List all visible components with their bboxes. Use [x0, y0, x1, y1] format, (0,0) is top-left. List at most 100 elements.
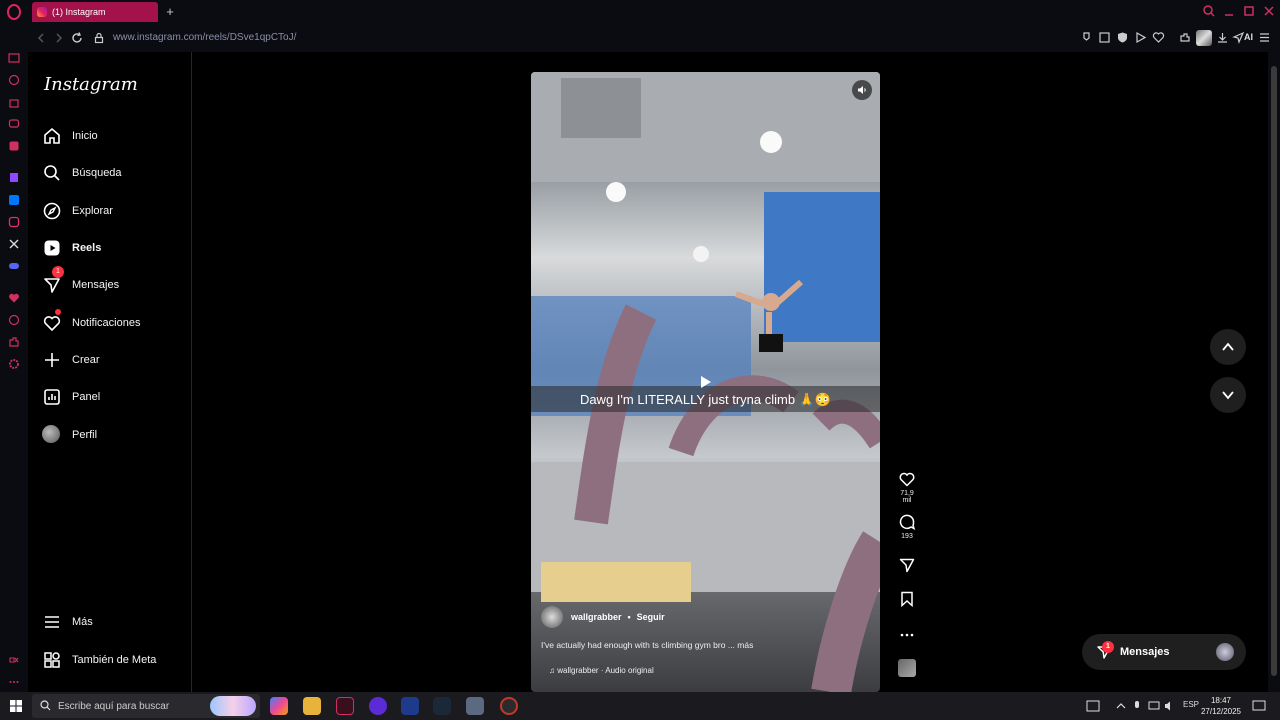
- sidebar-item-crear[interactable]: Crear: [42, 346, 182, 374]
- instagram-logo[interactable]: Instagram: [44, 74, 138, 95]
- lock-icon[interactable]: [92, 31, 106, 45]
- address-bar: www.instagram.com/reels/DSve1qpCToJ/ AI: [0, 24, 1280, 52]
- workspace-icon[interactable]: [8, 52, 20, 64]
- twitch-icon[interactable]: [8, 172, 20, 184]
- messages-pill[interactable]: 1 Mensajes: [1082, 634, 1246, 670]
- instagram-favicon-icon: [37, 7, 47, 17]
- opera-logo-icon[interactable]: [6, 4, 22, 20]
- microphone-icon[interactable]: [1132, 700, 1142, 712]
- share-action[interactable]: [895, 556, 919, 574]
- extensions-side-icon[interactable]: [8, 336, 20, 348]
- sidebar-item-notificaciones[interactable]: Notificaciones: [42, 309, 182, 337]
- play-icon[interactable]: [697, 374, 713, 390]
- download-icon[interactable]: [1216, 31, 1229, 44]
- x-icon[interactable]: [8, 238, 20, 250]
- avatar: [1216, 643, 1234, 661]
- audio-thumbnail[interactable]: [895, 659, 919, 677]
- clock-icon[interactable]: [8, 314, 20, 326]
- more-dots-icon[interactable]: [8, 676, 20, 688]
- like-action[interactable]: 71,9 mil: [895, 470, 919, 504]
- history-icon[interactable]: [8, 74, 20, 86]
- opera-taskbar-icon[interactable]: [336, 697, 354, 715]
- follow-button[interactable]: Seguir: [637, 612, 665, 622]
- author-username[interactable]: wallgrabber: [571, 612, 622, 622]
- tab-bar: (1) Instagram +: [0, 0, 1280, 24]
- page-scrollbar[interactable]: [1268, 52, 1280, 692]
- volume-icon[interactable]: [1164, 700, 1176, 712]
- browser-tab[interactable]: (1) Instagram: [32, 2, 158, 22]
- opera-gx-taskbar-icon[interactable]: [500, 697, 518, 715]
- extensions-icon[interactable]: [1178, 31, 1191, 44]
- reel-video[interactable]: Dawg I'm LITERALLY just tryna climb 🙏😳 w…: [531, 72, 880, 692]
- keyboard-icon[interactable]: [1086, 700, 1100, 712]
- forward-icon[interactable]: [52, 31, 66, 45]
- sidebar-item-inicio[interactable]: Inicio: [42, 122, 182, 150]
- previous-reel-button[interactable]: [1210, 329, 1246, 365]
- chat-icon[interactable]: [8, 118, 20, 130]
- instagram-sidebar: Instagram Inicio Búsqueda Explorar Reels…: [28, 52, 192, 692]
- sidebar-item-panel[interactable]: Panel: [42, 383, 182, 411]
- gx-icon[interactable]: [8, 654, 20, 666]
- mute-button[interactable]: [852, 80, 872, 100]
- pin-icon[interactable]: [1080, 31, 1093, 44]
- sidebar-item-label: Notificaciones: [72, 317, 141, 329]
- maximize-icon[interactable]: [1242, 4, 1256, 18]
- file-explorer-icon[interactable]: [303, 697, 321, 715]
- sidebar-item-meta[interactable]: También de Meta: [42, 646, 182, 674]
- sidebar-item-mas[interactable]: Más: [42, 608, 182, 636]
- sidebar-item-mensajes[interactable]: 1 Mensajes: [42, 266, 182, 299]
- new-tab-button[interactable]: +: [162, 4, 178, 20]
- network-icon[interactable]: [1148, 700, 1160, 712]
- reel-author-row: wallgrabber • Seguir: [541, 606, 665, 628]
- instagram-icon[interactable]: [8, 216, 20, 228]
- snapshot-icon[interactable]: [1098, 31, 1111, 44]
- copilot-icon[interactable]: [270, 697, 288, 715]
- chevron-up-icon[interactable]: [1116, 701, 1126, 711]
- comment-action[interactable]: 193: [895, 513, 919, 540]
- more-options-action[interactable]: [895, 626, 919, 644]
- heart-icon: [43, 316, 61, 332]
- bag-icon[interactable]: [8, 96, 20, 108]
- steam-taskbar-icon[interactable]: [433, 697, 451, 715]
- search-tabs-icon[interactable]: [1202, 4, 1216, 18]
- reel-caption: Dawg I'm LITERALLY just tryna climb 🙏😳: [579, 392, 832, 407]
- favorites-icon[interactable]: [8, 292, 20, 304]
- volume-icon: [858, 86, 866, 94]
- taskbar-search[interactable]: Escribe aquí para buscar: [32, 694, 260, 718]
- reel-description[interactable]: I've actually had enough with ts climbin…: [541, 640, 753, 650]
- close-icon[interactable]: [1262, 4, 1276, 18]
- avatar-wrap: [42, 425, 62, 445]
- clock[interactable]: 18:47 27/12/2025: [1196, 695, 1246, 717]
- url-field[interactable]: www.instagram.com/reels/DSve1qpCToJ/: [113, 32, 296, 43]
- minimize-icon[interactable]: [1222, 4, 1236, 18]
- sidebar-item-perfil[interactable]: Perfil: [42, 421, 182, 449]
- meta-taskbar-icon[interactable]: [401, 697, 419, 715]
- reload-icon[interactable]: [70, 31, 84, 45]
- vk-icon[interactable]: [8, 194, 20, 206]
- sidebar-item-busqueda[interactable]: Búsqueda: [42, 159, 182, 187]
- favorite-heart-icon[interactable]: [1152, 31, 1165, 44]
- windows-start-icon[interactable]: [10, 700, 22, 712]
- shield-icon[interactable]: [1116, 31, 1129, 44]
- settings-icon[interactable]: [8, 358, 20, 370]
- sidebar-item-reels[interactable]: Reels: [42, 234, 182, 262]
- next-reel-button[interactable]: [1210, 377, 1246, 413]
- save-action[interactable]: [895, 590, 919, 608]
- reel-audio[interactable]: ♫ wallgrabber · Audio original: [549, 666, 654, 675]
- app-taskbar-icon[interactable]: [369, 697, 387, 715]
- compass-icon: [43, 202, 61, 220]
- notifications-icon[interactable]: [1252, 699, 1266, 713]
- discord-icon[interactable]: [8, 260, 20, 272]
- back-icon[interactable]: [34, 31, 48, 45]
- sidebar-item-explorar[interactable]: Explorar: [42, 197, 182, 225]
- sidebar-item-label: Mensajes: [72, 279, 120, 291]
- profile-avatar[interactable]: [1196, 30, 1212, 46]
- music-note-icon: ♫: [549, 666, 558, 675]
- author-avatar[interactable]: [541, 606, 563, 628]
- player-icon[interactable]: [1134, 31, 1147, 44]
- game-taskbar-icon[interactable]: [466, 697, 484, 715]
- ai-button[interactable]: AI: [1244, 32, 1253, 42]
- music-icon[interactable]: [8, 140, 20, 152]
- menu-icon[interactable]: [1258, 31, 1271, 44]
- scrollbar-thumb[interactable]: [1271, 66, 1277, 676]
